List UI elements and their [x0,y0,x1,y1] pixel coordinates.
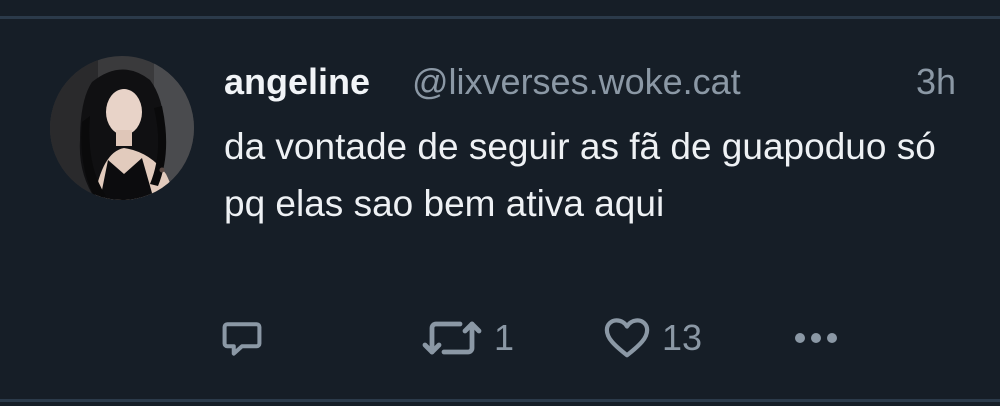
avatar-photo [50,56,194,200]
author-handle[interactable]: @lixverses.woke.cat [412,60,741,104]
bottom-divider [0,399,1000,402]
like-button[interactable]: 13 [604,312,702,364]
post-timestamp[interactable]: 3h [916,60,956,104]
repost-button[interactable]: 1 [422,312,514,364]
heart-icon [604,318,650,358]
reply-button[interactable] [220,312,264,364]
author-avatar[interactable] [50,56,194,200]
repost-icon [422,321,482,355]
post-header: angeline @lixverses.woke.cat 3h [224,58,964,104]
repost-count: 1 [494,317,515,358]
reply-icon [222,322,262,356]
top-divider [0,16,1000,19]
more-options-button[interactable] [792,312,840,364]
more-options-icon [795,333,837,343]
post-text: da vontade de seguir as fã de guapoduo s… [224,126,936,224]
like-count: 13 [662,317,703,358]
post-actions: 1 13 [0,312,1000,364]
author-display-name[interactable]: angeline [224,60,370,104]
